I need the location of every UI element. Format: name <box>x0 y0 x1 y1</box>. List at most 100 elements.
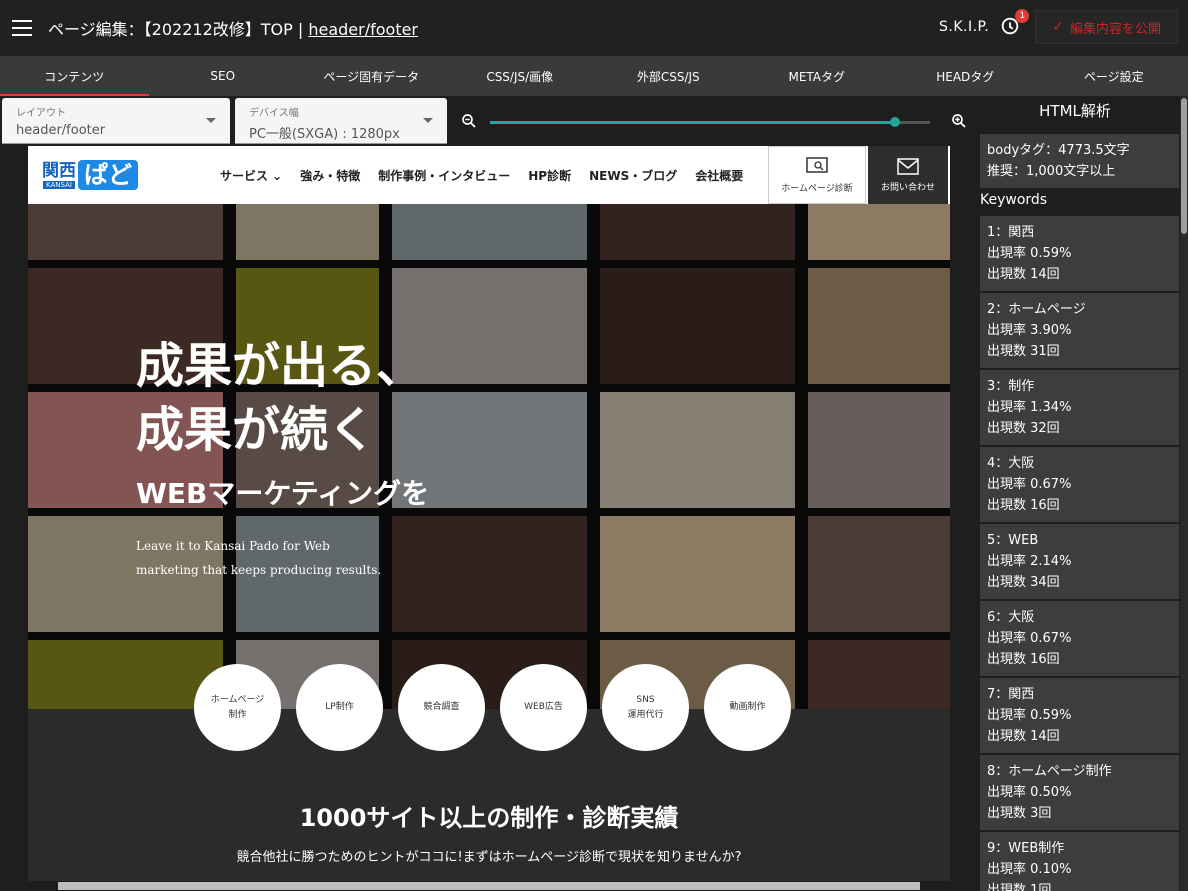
nav-works[interactable]: 制作事例・インタビュー <box>378 167 510 184</box>
keyword-item: 8：ホームページ制作 出現率 0.50% 出現数 3回 <box>980 755 1179 830</box>
keyword-rate: 出現率 0.67% <box>987 631 1072 646</box>
achievements-subtitle: 競合他社に勝つためのヒントがココに!まずはホームページ診断で現状を知りませんか? <box>236 850 742 865</box>
keyword-item: 1：関西 出現率 0.59% 出現数 14回 <box>980 216 1179 291</box>
contact-label: お問い合わせ <box>880 182 935 193</box>
publish-button[interactable]: ✓ 編集内容を公開 <box>1035 10 1178 44</box>
service-homepage[interactable]: ホームページ 制作 <box>194 664 281 751</box>
layout-link[interactable]: header/footer <box>308 20 418 39</box>
chevron-down-icon <box>206 118 216 123</box>
diagnosis-label: ホームページ診断 <box>781 183 853 194</box>
zoom-control <box>450 98 978 144</box>
hero-subtitle: WEBマーケティングを <box>136 477 430 510</box>
horizontal-scrollbar-thumb[interactable] <box>58 882 920 890</box>
tab-contents[interactable]: コンテンツ <box>0 56 149 96</box>
tab-external-css-js[interactable]: 外部CSS/JS <box>594 56 743 96</box>
service-web-ads[interactable]: WEB広告 <box>500 664 587 751</box>
device-select[interactable]: デバイス幅 PC一般(SXGA) : 1280px <box>235 98 447 144</box>
hero-line-2: 成果が続く <box>136 402 377 458</box>
logo-kanji: 関西 <box>42 160 76 181</box>
check-icon: ✓ <box>1052 19 1064 35</box>
service-competitor-research[interactable]: 競合調査 <box>398 664 485 751</box>
chevron-down-icon <box>423 118 433 123</box>
keyword-item: 9：WEB制作 出現率 0.10% 出現数 1回 <box>980 832 1179 891</box>
logo-sub: KANSAI <box>43 180 75 189</box>
keyword-item: 5：WEB 出現率 2.14% 出現数 34回 <box>980 524 1179 599</box>
keyword-rate: 出現率 2.14% <box>987 554 1072 569</box>
history-button[interactable]: 1 <box>999 9 1030 39</box>
homepage-diagnosis-button[interactable]: ホームページ診断 <box>768 146 866 204</box>
hero-english-tagline: Leave it to Kansai Pado for Web marketin… <box>136 539 382 577</box>
keyword-head: 4：大阪 <box>987 456 1035 471</box>
menu-icon[interactable] <box>12 20 32 36</box>
page-preview[interactable]: 関西 KANSAI ぱど サービス ⌄ 強み・特徴 制作事例・インタビュー HP… <box>28 146 950 881</box>
tab-page-data[interactable]: ページ固有データ <box>297 56 446 96</box>
zoom-slider-fill <box>490 121 895 124</box>
keyword-head: 3：制作 <box>987 379 1035 394</box>
zoom-out-icon[interactable] <box>460 112 478 130</box>
keyword-rate: 出現率 1.34% <box>987 400 1072 415</box>
hero-line-1: 成果が出る、 <box>136 338 425 394</box>
monitor-search-icon <box>806 156 828 173</box>
keyword-count: 出現数 34回 <box>987 575 1060 590</box>
body-recommendation: 推奨：1,000文字以上 <box>987 164 1116 179</box>
keyword-head: 8：ホームページ制作 <box>987 764 1112 779</box>
nav-strengths[interactable]: 強み・特徴 <box>300 167 360 184</box>
nav-hp-diagnosis[interactable]: HP診断 <box>528 167 571 184</box>
site-logo[interactable]: 関西 KANSAI ぱど <box>42 160 138 190</box>
tab-bar: コンテンツ SEO ページ固有データ CSS/JS/画像 外部CSS/JS ME… <box>0 56 1188 96</box>
keyword-count: 出現数 1回 <box>987 883 1052 891</box>
keyword-item: 7：関西出現率 0.59% 出現数 14回 <box>980 678 1179 753</box>
tab-meta[interactable]: METAタグ <box>743 56 892 96</box>
page-title: ページ編集：【202212改修】TOP | header/footer <box>48 16 418 40</box>
logo-mark: 関西 KANSAI <box>42 162 76 189</box>
brand-name: S.K.I.P. <box>938 19 990 35</box>
page-title-prefix: ページ編集：【202212改修】TOP | <box>48 20 309 39</box>
keyword-rate: 出現率 0.59% <box>987 708 1072 723</box>
panel-title: HTML解析 <box>1039 102 1111 120</box>
achievements-title: 1000サイト以上の制作・診断実績 <box>299 804 679 832</box>
keywords-list: 1：関西 出現率 0.59% 出現数 14回 2：ホームページ 出現率 3.90% 出現数… <box>980 216 1179 891</box>
keyword-rate: 出現率 0.67% <box>987 477 1072 492</box>
tab-head[interactable]: HEADタグ <box>891 56 1040 96</box>
site-header: 関西 KANSAI ぱど サービス ⌄ 強み・特徴 制作事例・インタビュー HP… <box>28 146 950 204</box>
service-lp[interactable]: LP制作 <box>296 664 383 751</box>
zoom-in-icon[interactable] <box>950 112 968 130</box>
keyword-item: 6：大阪 出現率 0.67% 出現数 16回 <box>980 601 1179 676</box>
keyword-head: 7：関西 <box>987 687 1035 702</box>
contact-button[interactable]: お問い合わせ <box>868 146 948 204</box>
service-label: WEB広告 <box>524 702 563 712</box>
nav-company[interactable]: 会社概要 <box>695 167 743 184</box>
topbar-right: S.K.I.P. 1 ✓ 編集内容を公開 <box>938 9 1178 44</box>
keyword-count: 出現数 14回 <box>987 267 1060 282</box>
layout-select[interactable]: レイアウト header/footer <box>2 98 230 144</box>
service-label: 動画制作 <box>729 702 766 712</box>
keyword-count: 出現数 32回 <box>987 421 1060 436</box>
keyword-head: 9：WEB制作 <box>987 841 1065 856</box>
keywords-heading: Keywords <box>980 192 1048 208</box>
keyword-head: 5：WEB <box>987 533 1039 548</box>
service-sns[interactable]: SNS 運用代行 <box>602 664 689 751</box>
keyword-count: 出現数 14回 <box>987 729 1060 744</box>
tab-css-js-images[interactable]: CSS/JS/画像 <box>446 56 595 96</box>
panel-scrollbar-thumb[interactable] <box>1181 98 1187 234</box>
history-badge: 1 <box>1015 9 1030 23</box>
top-bar: ページ編集：【202212改修】TOP | header/footer S.K.… <box>0 0 1188 56</box>
nav-services[interactable]: サービス ⌄ <box>220 167 282 184</box>
logo-pado: ぱど <box>78 160 138 190</box>
zoom-slider[interactable] <box>490 117 930 127</box>
layout-select-label: レイアウト <box>16 108 66 119</box>
tab-page-settings[interactable]: ページ設定 <box>1040 56 1188 96</box>
service-video[interactable]: 動画制作 <box>704 664 791 751</box>
layout-select-value: header/footer <box>16 123 106 138</box>
service-label: 競合調査 <box>423 702 460 712</box>
body-summary: bodyタグ：4773.5文字 推奨：1,000文字以上 <box>980 134 1179 188</box>
keyword-head: 2：ホームページ <box>987 302 1086 317</box>
nav-news-blog[interactable]: NEWS・ブログ <box>589 167 677 184</box>
keyword-rate: 出現率 0.59% <box>987 246 1072 261</box>
site-nav: サービス ⌄ 強み・特徴 制作事例・インタビュー HP診断 NEWS・ブログ 会… <box>220 146 743 204</box>
horizontal-scrollbar[interactable] <box>0 881 978 891</box>
zoom-slider-thumb[interactable] <box>889 117 900 127</box>
tab-seo[interactable]: SEO <box>149 56 298 96</box>
panel-scrollbar[interactable] <box>1180 96 1188 891</box>
service-label: LP制作 <box>325 702 354 712</box>
